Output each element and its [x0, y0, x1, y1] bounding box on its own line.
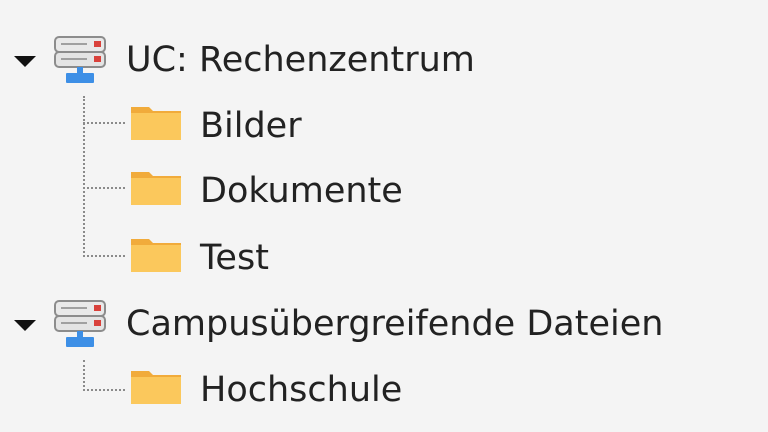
- tree-node-uc-rechenzentrum[interactable]: UC: Rechenzentrum: [0, 32, 560, 88]
- network-drive-icon: [54, 36, 108, 84]
- folder-tree: UC: Rechenzentrum Bilder Dokumente Test …: [0, 0, 768, 432]
- tree-node-hochschule[interactable]: Hochschule: [120, 362, 480, 418]
- caret-down-icon[interactable]: [14, 56, 36, 67]
- network-drive-icon: [54, 300, 108, 348]
- folder-icon: [130, 103, 182, 141]
- folder-icon: [130, 168, 182, 206]
- tree-node-label: Campusübergreifende Dateien: [126, 304, 664, 344]
- caret-down-icon[interactable]: [14, 320, 36, 331]
- tree-connector-line: [83, 255, 125, 257]
- tree-node-label: Bilder: [200, 106, 302, 146]
- folder-icon: [130, 235, 182, 273]
- tree-node-dokumente[interactable]: Dokumente: [120, 163, 480, 219]
- tree-connector-line: [83, 96, 85, 257]
- tree-node-bilder[interactable]: Bilder: [120, 98, 440, 154]
- tree-node-label: UC: Rechenzentrum: [126, 40, 475, 80]
- tree-node-label: Test: [200, 238, 269, 278]
- tree-node-campusuebergreifende-dateien[interactable]: Campusübergreifende Dateien: [0, 296, 760, 352]
- tree-node-label: Dokumente: [200, 171, 403, 211]
- tree-connector-line: [83, 122, 125, 124]
- tree-connector-line: [83, 187, 125, 189]
- tree-connector-line: [83, 389, 125, 391]
- tree-node-label: Hochschule: [200, 370, 403, 410]
- tree-connector-line: [83, 360, 85, 391]
- folder-icon: [130, 367, 182, 405]
- tree-node-test[interactable]: Test: [120, 230, 440, 286]
